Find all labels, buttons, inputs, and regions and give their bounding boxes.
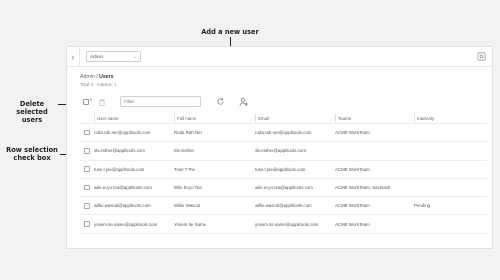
row-checkbox-cell bbox=[84, 161, 94, 178]
cell-fullname: Tuse T Pie bbox=[174, 166, 195, 172]
delete-selected-icon[interactable] bbox=[99, 98, 105, 106]
chevron-down-icon: ⌄ bbox=[133, 54, 137, 59]
cell-email: yosem.ite.same@applitools.com bbox=[255, 221, 319, 227]
select-menu-caret-icon[interactable]: ▾ bbox=[90, 97, 92, 102]
column-header-user-name[interactable]: User name bbox=[94, 114, 173, 123]
cell-username: wile.ecyo.tea@applitools.com bbox=[94, 185, 152, 191]
cell-inactivity bbox=[414, 161, 486, 178]
cell-fullname: Slv Esther bbox=[174, 148, 195, 154]
cell-teams: ACME WorkTeam, Sacelash bbox=[335, 185, 391, 191]
table-header-row: User name Full name Email Teams Inactivi… bbox=[79, 114, 487, 124]
cell-fullname: Willie Wascal bbox=[174, 203, 200, 209]
cell-teams: ACME WorkTeam bbox=[335, 203, 370, 209]
cell-fullname: Yosem Ite Same bbox=[174, 221, 207, 227]
breadcrumb-parent[interactable]: Admin bbox=[80, 74, 95, 80]
cell-fullname: Roda Rah Ner bbox=[174, 130, 203, 136]
user-counts: Total: 6 · Inactive: 1 bbox=[80, 82, 117, 87]
row-checkbox[interactable] bbox=[84, 184, 90, 191]
row-checkbox-cell bbox=[84, 142, 94, 159]
chevron-left-icon: ‹ bbox=[71, 51, 75, 62]
row-checkbox[interactable] bbox=[84, 166, 90, 172]
cell-teams: ACME WorkTeam bbox=[335, 130, 370, 136]
column-header-full-name[interactable]: Full name bbox=[174, 114, 254, 123]
annotation-add-user: Add a new user bbox=[201, 28, 259, 36]
cell-inactivity bbox=[414, 124, 486, 141]
cell-email: roda.rah.ner@applitools.com bbox=[255, 130, 312, 136]
cell-inactivity bbox=[414, 142, 486, 159]
row-checkbox[interactable] bbox=[84, 129, 90, 136]
organization-select[interactable]: Admin ⌄ bbox=[86, 51, 141, 62]
table-row[interactable]: roda.rah.ner@applitools.com Roda Rah Ner… bbox=[79, 124, 487, 143]
organization-select-value: Admin bbox=[90, 54, 104, 59]
cell-email: wile.ecyo.tea@applitools.com bbox=[255, 185, 313, 191]
users-panel: ‹ Admin ⌄ Admin / Users Total: 6 · Inact… bbox=[66, 46, 493, 249]
table-row[interactable]: willie.wascal@applitools.com Willie Wasc… bbox=[79, 197, 487, 216]
cell-email: tuse.t.pie@applitools.com bbox=[255, 166, 306, 172]
table-row[interactable]: tuse.t.pie@applitools.com Tuse T Pie tus… bbox=[79, 161, 487, 179]
table-row[interactable]: yosem.ite.same@applitools.com Yosem Ite … bbox=[79, 215, 487, 234]
annotation-row-line1: Row selection bbox=[6, 146, 58, 154]
column-header-inactivity[interactable]: Inactivity bbox=[414, 114, 486, 123]
select-all-checkbox[interactable] bbox=[83, 99, 89, 105]
cell-fullname: Wile Ecyo Tea bbox=[174, 185, 202, 191]
cell-teams bbox=[335, 142, 413, 159]
add-user-icon[interactable] bbox=[239, 97, 249, 107]
cell-inactivity bbox=[414, 215, 486, 232]
annotation-row-line2: check box bbox=[13, 154, 51, 162]
cell-teams: ACME WorkTeam bbox=[335, 221, 370, 227]
settings-icon[interactable] bbox=[477, 52, 486, 61]
users-toolbar: ▾ bbox=[80, 96, 280, 108]
cell-inactivity: Pending bbox=[414, 203, 431, 209]
table-row[interactable]: wile.ecyo.tea@applitools.com Wile Ecyo T… bbox=[79, 179, 487, 198]
annotation-delete-selected: Delete selected users bbox=[4, 100, 60, 124]
cell-username: roda.rah.ner@applitools.com bbox=[94, 130, 151, 136]
cell-email: slv.esther@applitools.com bbox=[255, 148, 306, 154]
cell-username: tuse.t.pie@applitools.com bbox=[94, 166, 145, 172]
breadcrumb-separator: / bbox=[96, 74, 98, 80]
row-checkbox[interactable] bbox=[84, 221, 90, 227]
cell-inactivity bbox=[414, 179, 486, 196]
annotation-delete-line1: Delete selected bbox=[16, 100, 48, 116]
row-checkbox[interactable] bbox=[84, 148, 90, 154]
breadcrumb-current: Users bbox=[99, 74, 114, 80]
annotation-delete-line2: users bbox=[21, 116, 43, 124]
row-checkbox-cell bbox=[84, 179, 94, 196]
breadcrumb: Admin / Users bbox=[80, 74, 114, 80]
top-bar: ‹ Admin ⌄ bbox=[67, 47, 492, 67]
cell-teams: ACME WorkTeam bbox=[335, 166, 370, 172]
row-checkbox-cell bbox=[84, 197, 94, 214]
annotation-row-selection: Row selection check box bbox=[2, 146, 62, 162]
row-checkbox[interactable] bbox=[84, 203, 90, 209]
column-header-email[interactable]: Email bbox=[255, 114, 333, 123]
header-checkbox-cell bbox=[84, 114, 94, 123]
back-button[interactable]: ‹ bbox=[67, 47, 80, 66]
refresh-icon[interactable] bbox=[216, 97, 225, 106]
cell-username: willie.wascal@applitools.com bbox=[94, 203, 151, 209]
table-row[interactable]: slv.esther@applitools.com Slv Esther slv… bbox=[79, 142, 487, 161]
row-checkbox-cell bbox=[84, 124, 94, 141]
users-table: User name Full name Email Teams Inactivi… bbox=[79, 114, 487, 234]
filter-input[interactable] bbox=[120, 96, 201, 107]
cell-username: yosem.ite.same@applitools.com bbox=[94, 221, 158, 227]
cell-username: slv.esther@applitools.com bbox=[94, 148, 145, 154]
column-header-teams[interactable]: Teams bbox=[335, 114, 413, 123]
row-checkbox-cell bbox=[84, 215, 94, 232]
cell-email: willie.wascal@applitools.com bbox=[255, 203, 312, 209]
